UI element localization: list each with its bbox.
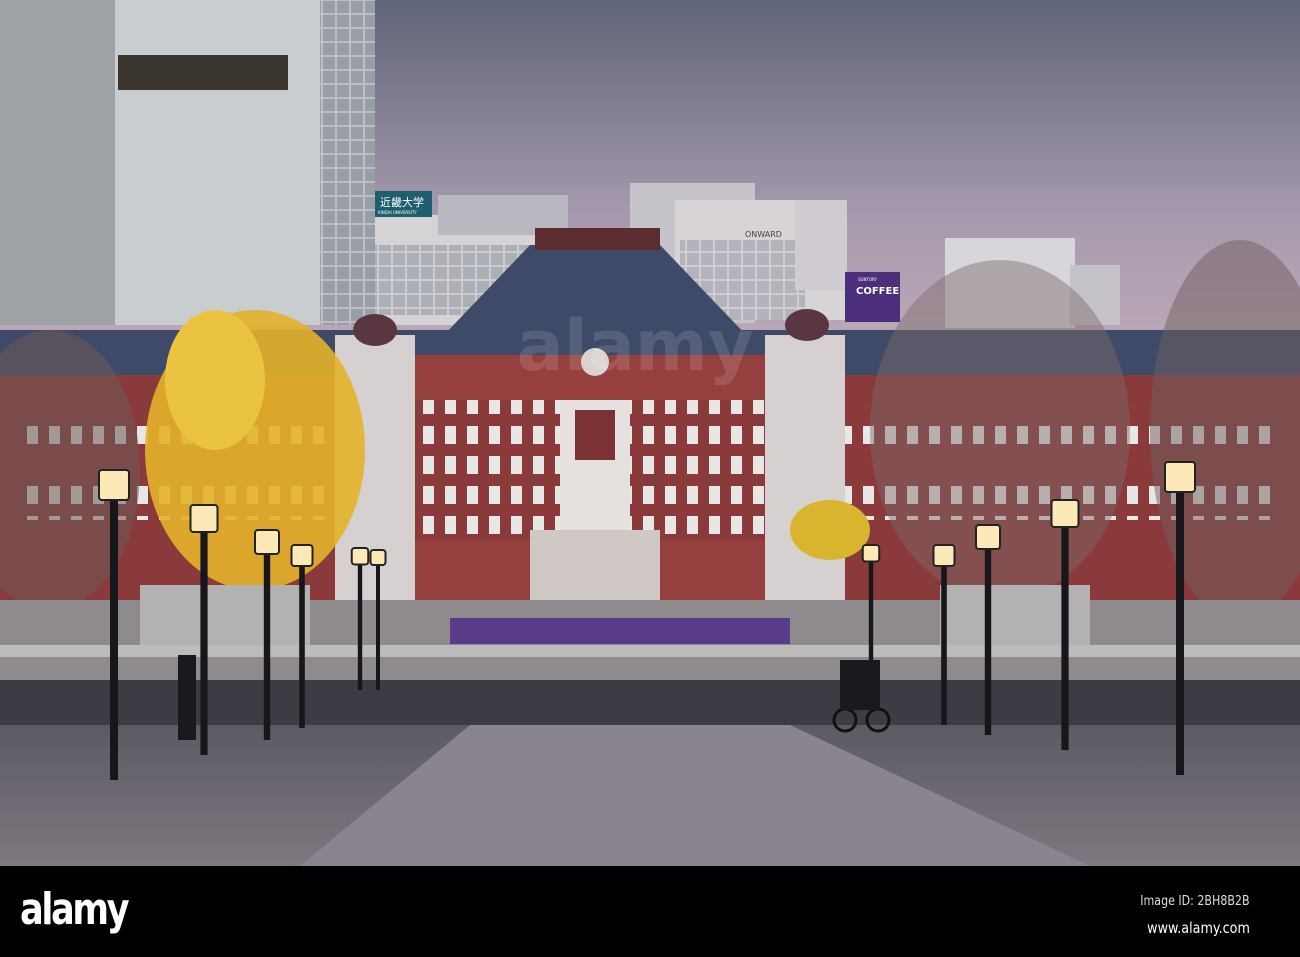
pedestrian: [178, 655, 196, 740]
sign-text: 近畿大学: [380, 195, 424, 209]
crowd: [450, 618, 790, 644]
station-photo: 近畿大学 KINDAI UNIVERSITY ONWARD SUNTORY CO…: [0, 0, 1300, 866]
site-url[interactable]: www.alamy.com: [1147, 919, 1250, 937]
footer-bar: alamy Image ID: 2BH8B2B www.alamy.com: [0, 866, 1300, 957]
watermark: alamy: [516, 305, 753, 387]
image-id: Image ID: 2BH8B2B: [1140, 894, 1250, 909]
alamy-logo[interactable]: alamy: [20, 884, 130, 935]
sign-text: SUNTORY: [858, 277, 878, 282]
sign-text: KINDAI UNIVERSITY: [378, 210, 417, 215]
glass-tower: [0, 0, 375, 325]
sign-text: ONWARD: [745, 230, 782, 239]
sign-text: COFFEE: [856, 286, 899, 297]
